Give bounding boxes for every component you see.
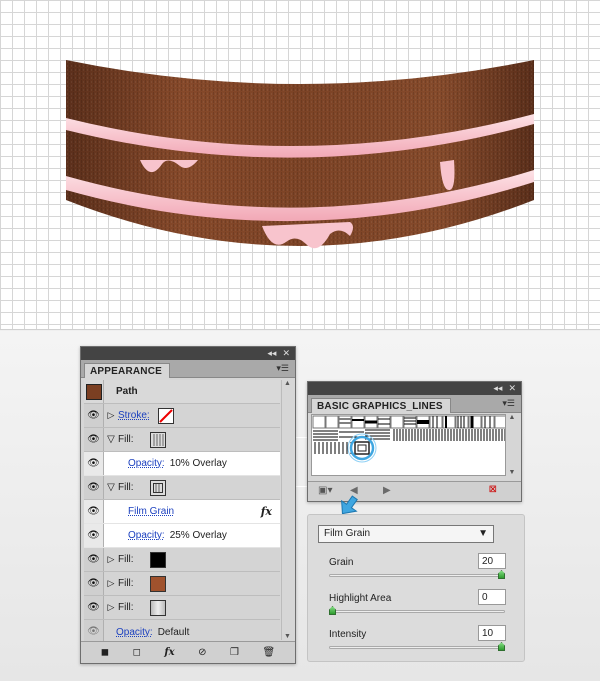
collapse-triangle-icon[interactable]: ▽ [104,434,118,445]
grain-slider-thumb[interactable] [498,570,505,579]
fill-label: Fill: [118,554,134,565]
expand-triangle-icon[interactable]: ▷ [104,410,118,421]
film-grain-effect-link[interactable]: Film Grain [128,506,174,517]
fill-label: Fill: [118,578,134,589]
appearance-row-fill[interactable]: 👁 ▽ Fill: [84,476,280,500]
expand-triangle-icon[interactable]: ▷ [104,602,118,613]
collapse-triangle-icon[interactable]: ▽ [104,482,118,493]
close-icon[interactable]: ✕ [282,348,290,359]
panel-titlebar[interactable]: ◂◂ ✕ [308,382,521,395]
highlight-area-label: Highlight Area [329,593,392,604]
intensity-input[interactable]: 10 [478,625,506,641]
intensity-slider-thumb[interactable] [498,642,505,651]
collapse-icon[interactable]: ◂◂ [493,383,502,394]
appearance-panel: ◂◂ ✕ APPEARANCE ▾☰ Path 👁 ▷ Stroke: 👁 ▽ [80,346,296,664]
appearance-scrollbar[interactable]: ▲ ▼ [281,380,293,640]
visibility-eye-icon[interactable]: 👁 [87,434,100,445]
visibility-eye-icon[interactable]: 👁 [87,458,100,469]
visibility-eye-icon[interactable]: 👁 [87,482,100,493]
appearance-row-fill[interactable]: 👁 ▷ Fill: [84,596,280,620]
opacity-value: 10% Overlay [169,458,227,469]
brown-swatch[interactable] [149,575,166,592]
visibility-eye-icon[interactable]: 👁 [87,578,100,589]
opacity-label[interactable]: Opacity: [116,627,153,638]
panel-titlebar[interactable]: ◂◂ ✕ [81,347,295,360]
appearance-row-fill[interactable]: 👁 ▽ Fill: [84,428,280,452]
effect-dropdown[interactable]: Film Grain ▼ [318,525,494,543]
fx-icon: fx [260,505,272,518]
visibility-eye-icon[interactable]: 👁 [87,602,100,613]
intensity-slider-track[interactable] [329,646,505,649]
black-swatch[interactable] [149,551,166,568]
appearance-row-stroke[interactable]: 👁 ▷ Stroke: [84,404,280,428]
duplicate-icon[interactable]: ❐ [230,647,239,658]
panel-menu-icon[interactable]: ▾☰ [502,398,515,409]
collapse-icon[interactable]: ◂◂ [267,348,276,359]
pattern-swatch[interactable] [149,431,166,448]
swatch-scrollbar[interactable]: ▲ ▼ [506,414,518,476]
intensity-label: Intensity [329,629,367,640]
fill-label: Fill: [118,602,134,613]
effect-dropdown-value: Film Grain [324,528,371,539]
new-art-icon[interactable]: ◼ [101,647,109,658]
appearance-row-effect[interactable]: 👁 Film Grain fx [84,500,280,524]
fx-menu-icon[interactable]: fx [164,647,174,658]
stroke-none-swatch[interactable] [157,407,174,424]
highlight-area-slider-track[interactable] [329,610,505,613]
appearance-row-opacity[interactable]: 👁 Opacity: 10% Overlay [84,452,280,476]
panel-menu-icon[interactable]: ▾☰ [276,363,289,374]
opacity-value: Default [157,626,190,638]
opacity-label[interactable]: Opacity: [128,458,165,469]
scroll-up-icon[interactable]: ▲ [284,380,291,387]
appearance-header[interactable]: Path [84,380,280,404]
artboard [0,0,600,330]
delete-swatch-icon[interactable]: ⊠ [489,484,497,495]
grain-input[interactable]: 20 [478,553,506,569]
trash-icon[interactable]: 🗑 [263,647,276,658]
library-menu-icon[interactable]: ▣▾ [318,485,332,496]
tab-appearance[interactable]: APPEARANCE [84,363,171,378]
stroke-label[interactable]: Stroke: [118,410,150,421]
visibility-eye-icon[interactable]: 👁 [87,554,100,565]
clear-icon[interactable]: ⊘ [198,647,206,658]
expand-triangle-icon[interactable]: ▷ [104,578,118,589]
film-grain-settings: Film Grain ▼ Grain 20 Highlight Area 0 I… [307,514,525,662]
visibility-eye-icon[interactable]: 👁 [87,627,100,637]
opacity-value: 25% Overlay [169,530,227,541]
appearance-row-fill[interactable]: 👁 ▷ Fill: [84,548,280,572]
highlight-area-slider-thumb[interactable] [329,606,336,615]
appearance-row-fill[interactable]: 👁 ▷ Fill: [84,572,280,596]
tab-basic-graphics-lines[interactable]: BASIC GRAPHICS_LINES [311,398,451,413]
opacity-label[interactable]: Opacity: [128,530,165,541]
pattern-swatch[interactable] [149,479,166,496]
appearance-footer: ◼ ◻ fx ⊘ ❐ 🗑 [81,641,295,663]
cake-illustration [66,60,534,249]
pattern-swatch-grid[interactable] [311,414,506,476]
scroll-down-icon[interactable]: ▼ [509,469,516,476]
grain-slider-track[interactable] [329,574,505,577]
chevron-down-icon: ▼ [478,528,488,539]
appearance-row-opacity[interactable]: 👁 Opacity: 25% Overlay [84,524,280,548]
swatch-library-panel: ◂◂ ✕ BASIC GRAPHICS_LINES ▾☰ ▲ ▼ ▣▾ ◀ ▶ … [307,381,522,502]
visibility-eye-icon[interactable]: 👁 [87,530,100,541]
highlight-area-input[interactable]: 0 [478,589,506,605]
visibility-eye-icon[interactable]: 👁 [87,506,100,517]
highlight-area-control: Highlight Area 0 [326,589,506,623]
next-library-icon[interactable]: ▶ [383,485,391,496]
path-thumbnail [85,383,102,400]
fill-label: Fill: [118,482,134,493]
intensity-control: Intensity 10 [326,625,506,659]
new-stroke-icon[interactable]: ◻ [133,647,141,658]
path-label: Path [116,386,138,397]
scroll-down-icon[interactable]: ▼ [284,633,291,640]
fill-label: Fill: [118,434,134,445]
close-icon[interactable]: ✕ [508,383,516,394]
scroll-up-icon[interactable]: ▲ [509,414,516,421]
appearance-list: Path 👁 ▷ Stroke: 👁 ▽ Fill: 👁 Opacity: 10… [84,380,280,644]
grain-label: Grain [329,557,354,568]
visibility-eye-icon[interactable]: 👁 [87,410,100,421]
expand-triangle-icon[interactable]: ▷ [104,554,118,565]
grain-control: Grain 20 [326,553,506,587]
gradient-swatch[interactable] [149,599,166,616]
